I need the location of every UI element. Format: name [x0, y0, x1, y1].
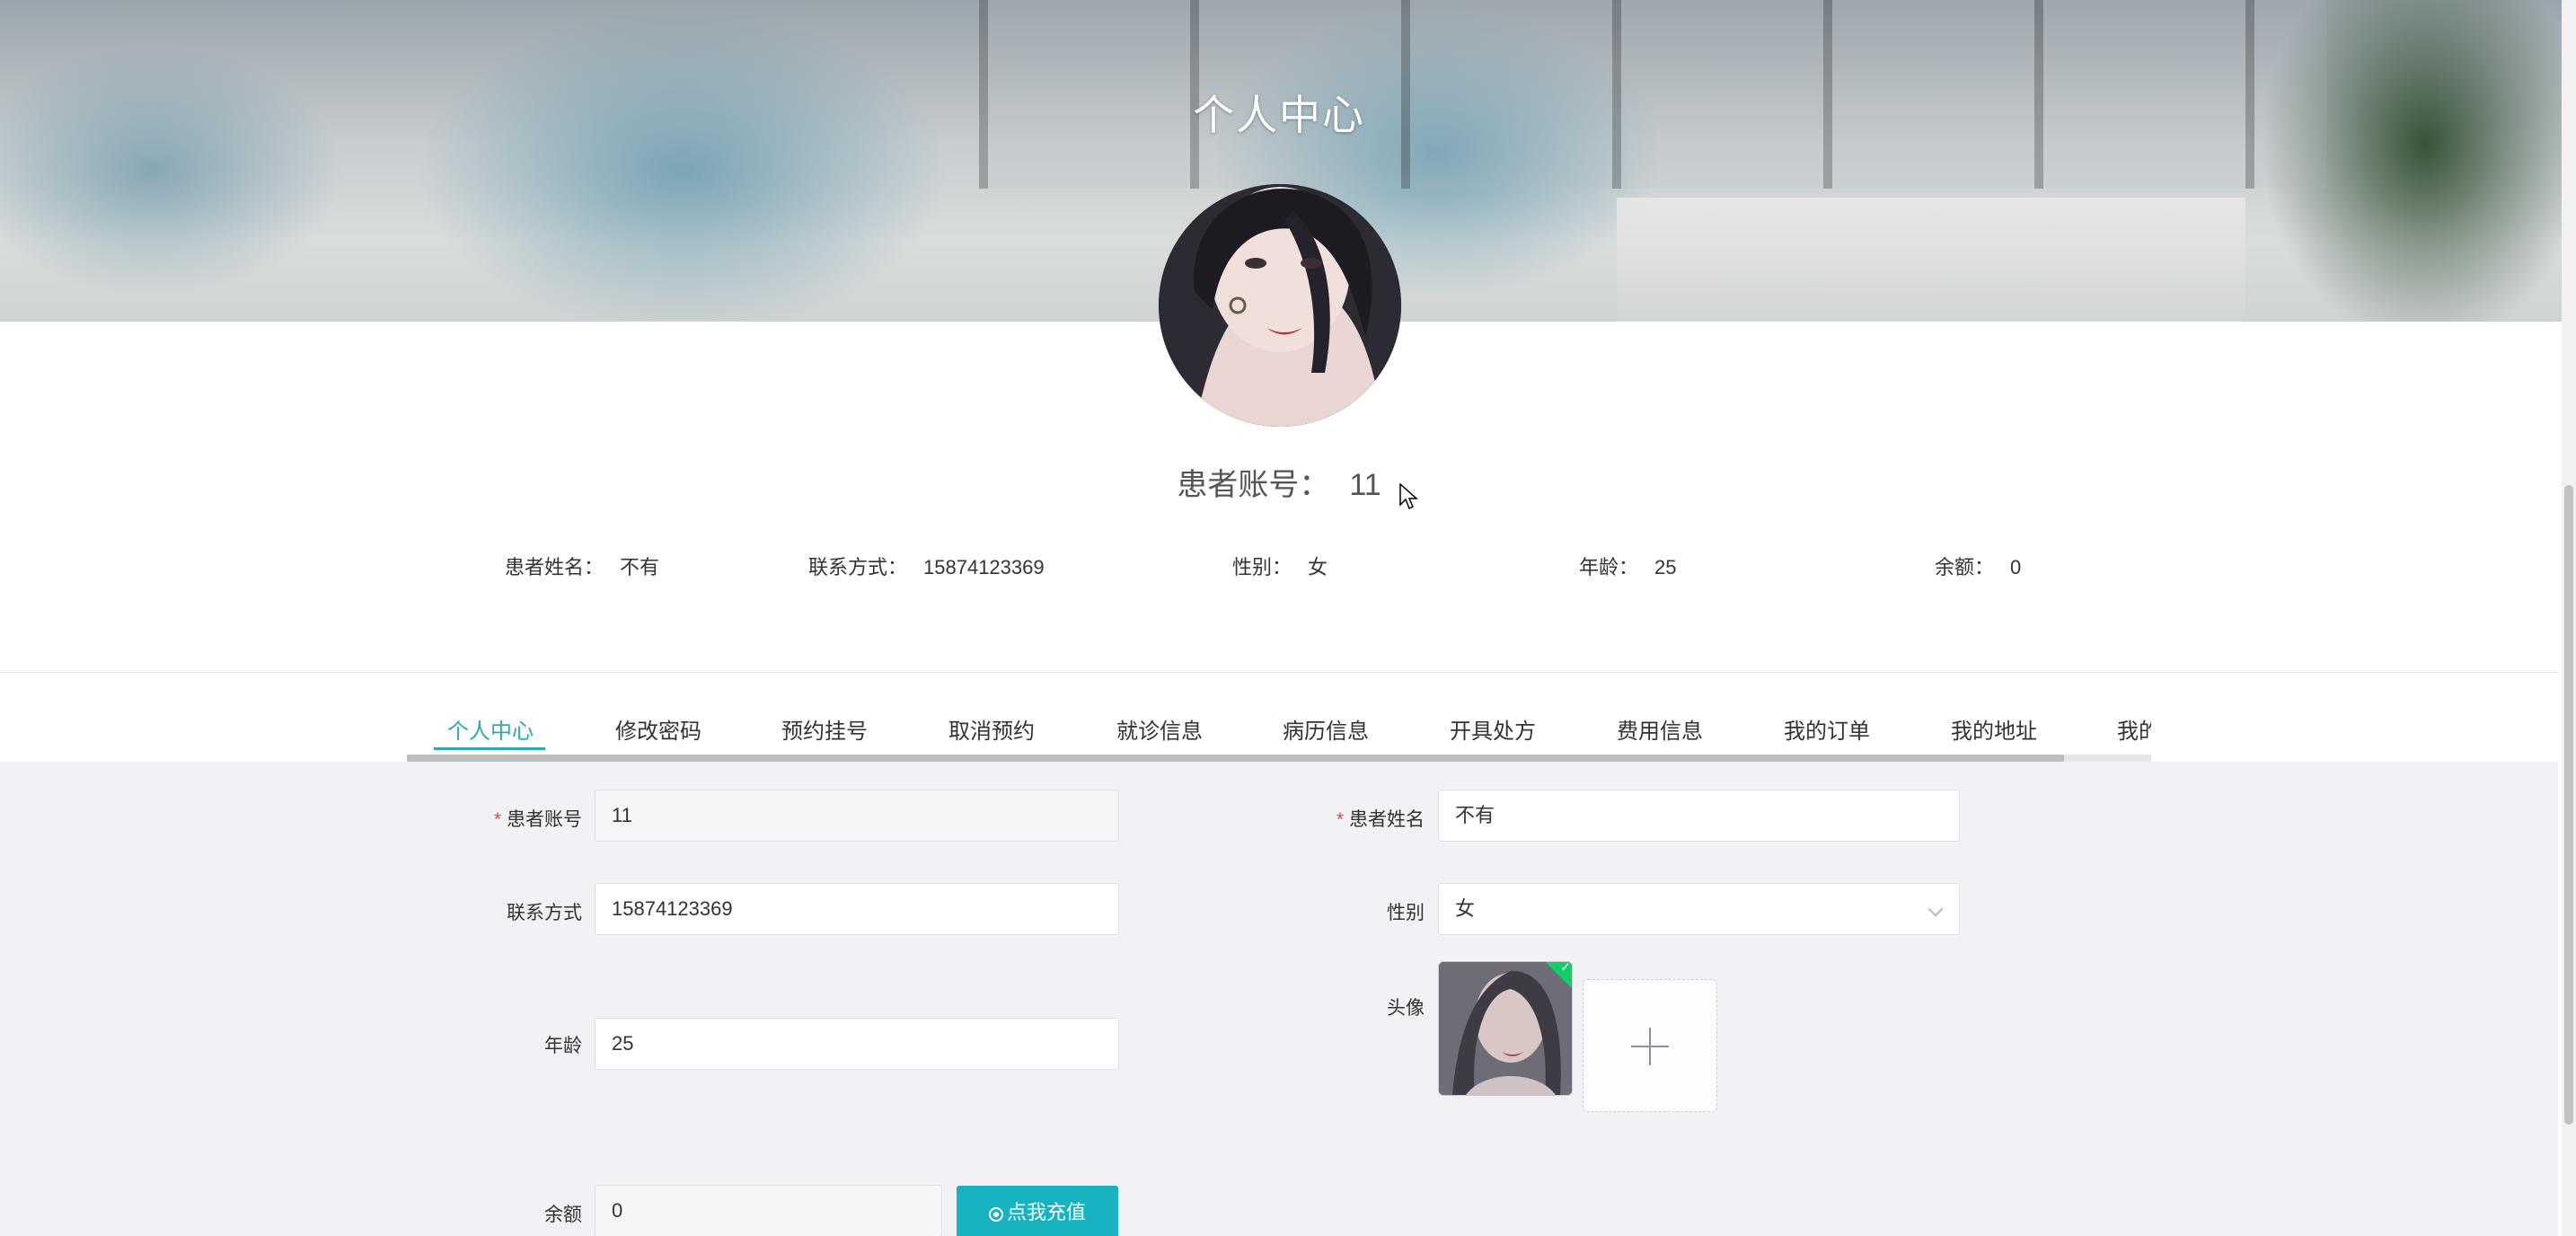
- account-value: 11: [1349, 468, 1381, 502]
- info-value: 女: [1308, 556, 1328, 578]
- account-field[interactable]: 11: [595, 790, 1119, 842]
- info-label: 余额：: [1935, 556, 1995, 578]
- phone-field[interactable]: 15874123369: [595, 883, 1119, 935]
- info-phone: 联系方式： 15874123369: [808, 552, 1045, 580]
- name-field-label-text: 患者姓名: [1349, 809, 1425, 830]
- balance-field[interactable]: 0: [595, 1185, 942, 1236]
- info-label: 年龄：: [1579, 556, 1639, 578]
- info-label: 性别：: [1232, 556, 1292, 578]
- avatar-field-label: 头像: [1387, 998, 1425, 1019]
- tab-change-password[interactable]: 修改密码: [615, 713, 701, 745]
- tab-profile[interactable]: 个人中心: [447, 713, 534, 745]
- tab-medical-records[interactable]: 病历信息: [1283, 713, 1369, 745]
- info-value: 不有: [620, 556, 660, 578]
- recharge-button-label: 点我充值: [1006, 1201, 1086, 1223]
- age-field-label: 年龄: [544, 1036, 582, 1056]
- info-label: 联系方式：: [808, 556, 908, 578]
- tab-my-address[interactable]: 我的地址: [1951, 713, 2037, 745]
- gender-select[interactable]: 女: [1438, 883, 1960, 935]
- tab-prescriptions[interactable]: 开具处方: [1450, 713, 1536, 745]
- tab-fees[interactable]: 费用信息: [1617, 713, 1703, 745]
- account-label: 患者账号：: [1177, 468, 1330, 502]
- name-field[interactable]: 不有: [1438, 790, 1960, 842]
- profile-form: [0, 762, 2558, 1236]
- account-field-label-text: 患者账号: [507, 809, 582, 830]
- age-field[interactable]: 25: [595, 1018, 1119, 1070]
- upload-avatar-button[interactable]: [1583, 979, 1717, 1112]
- account-line: 患者账号： 11: [0, 460, 2558, 504]
- recharge-button[interactable]: 点我充值: [957, 1186, 1118, 1236]
- tab-bar: 个人中心 修改密码 预约挂号 取消预约 就诊信息 病历信息 开具处方 费用信息 …: [407, 701, 2151, 755]
- info-gender: 性别： 女: [1232, 552, 1328, 580]
- profile-page: 个人中心 患者账号： 11 患者姓名： 不有 联系方式： 15874123369 性别…: [0, 0, 2576, 1236]
- page-scrollbar[interactable]: [2562, 0, 2576, 1236]
- banner-counter: [1617, 198, 2245, 322]
- tab-cancel-appointment[interactable]: 取消预约: [948, 713, 1035, 745]
- info-value: 0: [2010, 556, 2022, 578]
- plus-icon-vertical: [1649, 1028, 1651, 1065]
- info-name: 患者姓名： 不有: [505, 552, 659, 580]
- tab-visit-info[interactable]: 就诊信息: [1116, 713, 1203, 745]
- info-balance: 余额： 0: [1935, 552, 2021, 580]
- phone-field-label: 联系方式: [507, 903, 582, 923]
- tab-my-orders[interactable]: 我的订单: [1784, 713, 1870, 745]
- info-value: 15874123369: [923, 556, 1045, 578]
- account-field-label: * 患者账号: [493, 809, 582, 830]
- section-divider: [0, 672, 2558, 673]
- page-scrollbar-thumb[interactable]: [2564, 485, 2573, 1125]
- page-title: 个人中心: [1193, 92, 1365, 138]
- tabs-scrollbar[interactable]: [407, 755, 2151, 762]
- gender-field-label: 性别: [1387, 903, 1425, 923]
- mouse-cursor-icon: [1399, 482, 1419, 516]
- info-value: 25: [1654, 556, 1677, 578]
- check-icon: ✓: [1559, 961, 1571, 975]
- uploaded-avatar-thumbnail[interactable]: ✓: [1438, 961, 1573, 1096]
- info-age: 年龄： 25: [1579, 552, 1677, 580]
- name-field-label: * 患者姓名: [1336, 809, 1425, 830]
- tabs-scrollbar-thumb[interactable]: [407, 755, 2064, 762]
- tab-more[interactable]: 我的: [2117, 713, 2151, 745]
- avatar: [1159, 184, 1401, 427]
- recharge-icon: [988, 1207, 1003, 1222]
- info-label: 患者姓名：: [505, 556, 604, 578]
- tab-book-appointment[interactable]: 预约挂号: [781, 713, 868, 745]
- gender-select-value: 女: [1455, 897, 1476, 920]
- balance-field-label: 余额: [544, 1205, 582, 1225]
- chevron-down-icon[interactable]: [1928, 901, 1944, 917]
- active-tab-indicator: [434, 747, 545, 750]
